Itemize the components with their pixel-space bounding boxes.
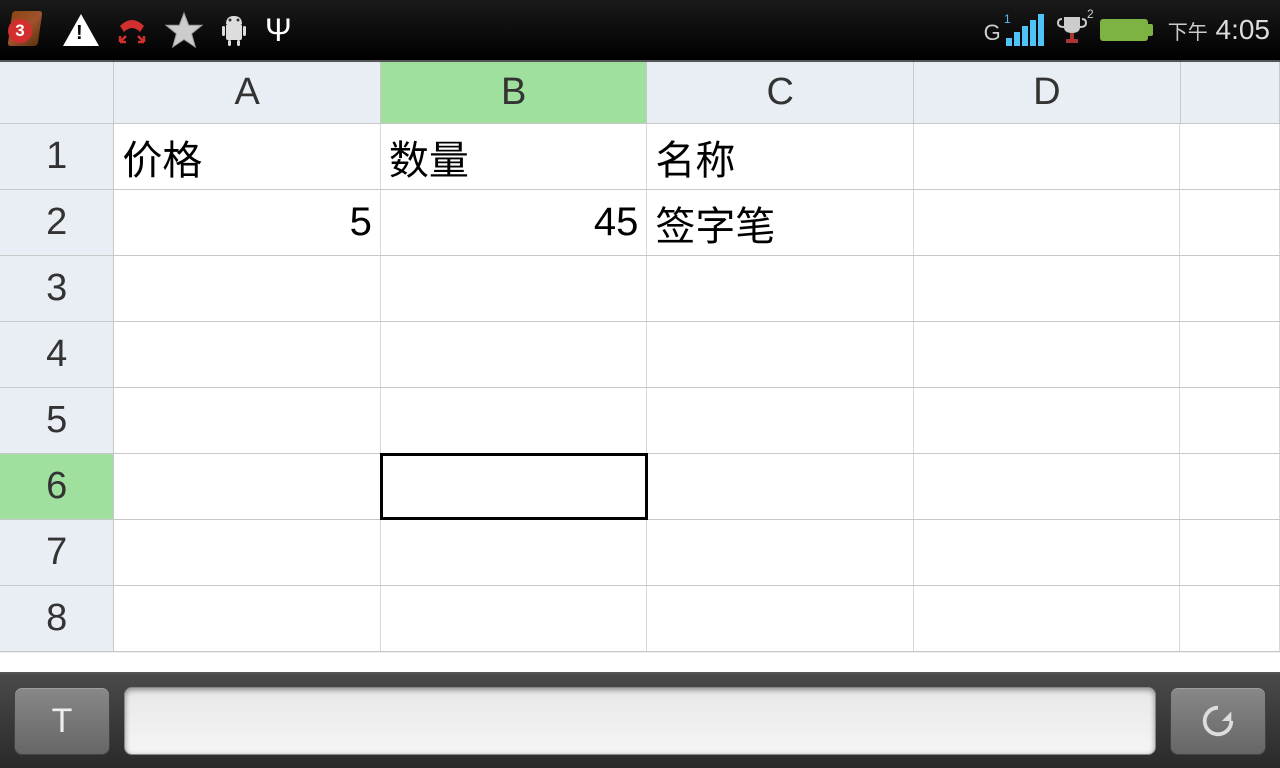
cell-D8[interactable] (914, 586, 1181, 651)
android-debug-icon (218, 12, 250, 48)
row-header-3[interactable]: 3 (0, 256, 114, 321)
cell-A6[interactable] (114, 454, 381, 519)
formula-toolbar: T (0, 672, 1280, 768)
table-row: 4 (0, 322, 1280, 388)
cell-B1[interactable]: 数量 (381, 124, 648, 189)
cell-E5[interactable] (1180, 388, 1280, 453)
battery-icon (1100, 19, 1148, 41)
status-left: 3 Ψ (10, 11, 984, 49)
cell-A5[interactable] (114, 388, 381, 453)
cell-B5[interactable] (381, 388, 648, 453)
clock: 下午 4:05 (1168, 14, 1270, 46)
cell-A8[interactable] (114, 586, 381, 651)
row-header-4[interactable]: 4 (0, 322, 114, 387)
cell-D3[interactable] (914, 256, 1181, 321)
cell-C4[interactable] (647, 322, 914, 387)
row-header-1[interactable]: 1 (0, 124, 114, 189)
column-header-D[interactable]: D (914, 62, 1181, 123)
text-format-button[interactable]: T (14, 687, 110, 755)
status-right: G 1 2 下午 4:05 (984, 13, 1270, 47)
cell-D1[interactable] (914, 124, 1181, 189)
cell-C2[interactable]: 签字笔 (647, 190, 914, 255)
star-icon (165, 11, 203, 49)
usb-icon: Ψ (265, 12, 292, 49)
notification-count: 3 (8, 19, 32, 43)
table-row: 2 5 45 签字笔 (0, 190, 1280, 256)
cell-E7[interactable] (1180, 520, 1280, 585)
cell-B8[interactable] (381, 586, 648, 651)
cell-B6[interactable] (381, 454, 648, 519)
cell-E6[interactable] (1180, 454, 1280, 519)
cell-C8[interactable] (647, 586, 914, 651)
table-row: 1 价格 数量 名称 (0, 124, 1280, 190)
cell-D6[interactable] (914, 454, 1181, 519)
row-header-8[interactable]: 8 (0, 586, 114, 651)
cell-D2[interactable] (914, 190, 1181, 255)
cell-A7[interactable] (114, 520, 381, 585)
row-header-2[interactable]: 2 (0, 190, 114, 255)
cell-B7[interactable] (381, 520, 648, 585)
warning-icon (63, 14, 99, 46)
network-type: G 1 (984, 20, 1001, 46)
cell-E2[interactable] (1180, 190, 1280, 255)
cell-D5[interactable] (914, 388, 1181, 453)
cell-A2[interactable]: 5 (114, 190, 381, 255)
cell-E4[interactable] (1180, 322, 1280, 387)
cell-B4[interactable] (381, 322, 648, 387)
cell-A1[interactable]: 价格 (114, 124, 381, 189)
column-header-B[interactable]: B (381, 62, 648, 123)
table-row: 3 (0, 256, 1280, 322)
trophy-icon: 2 (1056, 13, 1088, 47)
missed-call-icon (114, 12, 150, 48)
table-row: 5 (0, 388, 1280, 454)
redo-button[interactable] (1170, 687, 1266, 755)
cell-E8[interactable] (1180, 586, 1280, 651)
cell-B3[interactable] (381, 256, 648, 321)
cell-E3[interactable] (1180, 256, 1280, 321)
cell-C7[interactable] (647, 520, 914, 585)
cell-C3[interactable] (647, 256, 914, 321)
table-row: 8 (0, 586, 1280, 652)
select-all-corner[interactable] (0, 62, 114, 123)
spreadsheet[interactable]: A B C D 1 价格 数量 名称 2 5 45 签字笔 3 4 (0, 62, 1280, 672)
row-header-6[interactable]: 6 (0, 454, 114, 519)
column-header-C[interactable]: C (647, 62, 914, 123)
table-row: 6 (0, 454, 1280, 520)
formula-input[interactable] (124, 687, 1156, 755)
row-header-5[interactable]: 5 (0, 388, 114, 453)
cell-A4[interactable] (114, 322, 381, 387)
table-row: 7 (0, 520, 1280, 586)
column-header-row: A B C D (0, 62, 1280, 124)
cell-A3[interactable] (114, 256, 381, 321)
cell-C5[interactable] (647, 388, 914, 453)
row-header-7[interactable]: 7 (0, 520, 114, 585)
cell-C6[interactable] (647, 454, 914, 519)
notification-icon[interactable]: 3 (10, 11, 48, 49)
cell-D7[interactable] (914, 520, 1181, 585)
cell-B2[interactable]: 45 (381, 190, 648, 255)
cell-E1[interactable] (1180, 124, 1280, 189)
column-header-A[interactable]: A (114, 62, 381, 123)
cell-C1[interactable]: 名称 (647, 124, 914, 189)
status-bar: 3 Ψ G 1 2 下午 (0, 0, 1280, 62)
cell-D4[interactable] (914, 322, 1181, 387)
column-header-extra[interactable] (1181, 62, 1280, 123)
signal-icon: G 1 (984, 14, 1044, 46)
